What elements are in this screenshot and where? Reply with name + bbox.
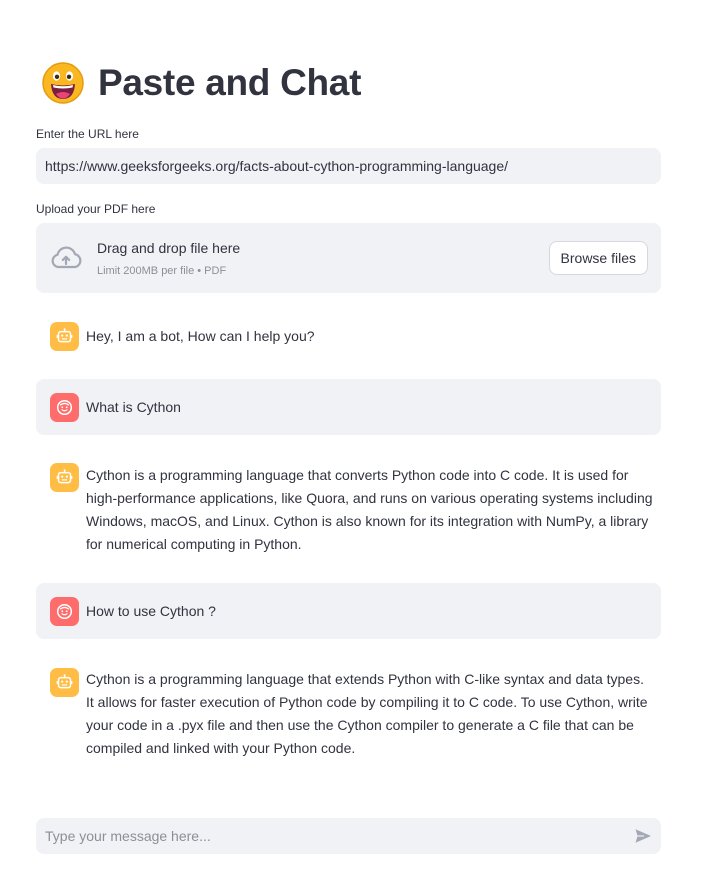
bot-avatar	[50, 322, 79, 351]
chat-message-user: What is Cython	[36, 379, 661, 435]
message-text: Hey, I am a bot, How can I help you?	[86, 328, 315, 344]
robot-icon	[56, 469, 73, 484]
chat-message-input[interactable]	[36, 818, 616, 854]
user-avatar	[50, 393, 79, 422]
message-text: What is Cython	[86, 399, 181, 415]
dropzone-instructions: Drag and drop file here	[97, 240, 241, 256]
url-input-value: https://www.geeksforgeeks.org/facts-abou…	[45, 158, 509, 174]
cloud-upload-icon	[51, 246, 82, 269]
chat-message-assistant: Hey, I am a bot, How can I help you?	[36, 315, 661, 359]
browse-files-button[interactable]: Browse files	[548, 241, 648, 275]
smiley-face-icon	[56, 399, 73, 416]
message-text: Cython is a programming language that ex…	[86, 671, 648, 756]
url-field-label: Enter the URL here	[36, 127, 139, 141]
robot-icon	[56, 328, 73, 343]
send-icon[interactable]	[634, 827, 652, 845]
upload-field-label: Upload your PDF here	[36, 202, 156, 216]
dropzone-limit: Limit 200MB per file • PDF	[97, 265, 227, 277]
header: Paste and Chat	[42, 62, 361, 104]
chat-message-assistant: Cython is a programming language that ex…	[36, 659, 661, 767]
chat-input-container	[36, 818, 661, 854]
message-text: How to use Cython ?	[86, 603, 216, 619]
laughing-face-emoji	[42, 62, 84, 104]
user-avatar	[50, 597, 79, 626]
smiley-face-icon	[56, 603, 73, 620]
chat-message-assistant: Cython is a programming language that co…	[36, 455, 661, 563]
chat-message-user: How to use Cython ?	[36, 583, 661, 639]
bot-avatar	[50, 463, 79, 492]
message-text: Cython is a programming language that co…	[86, 467, 653, 552]
robot-icon	[56, 674, 73, 689]
bot-avatar	[50, 668, 79, 697]
app-main: Paste and Chat Enter the URL here https:…	[0, 0, 703, 872]
url-input[interactable]: https://www.geeksforgeeks.org/facts-abou…	[36, 148, 661, 184]
page-title: Paste and Chat	[98, 62, 362, 103]
file-dropzone[interactable]: Drag and drop file here Limit 200MB per …	[36, 223, 661, 293]
